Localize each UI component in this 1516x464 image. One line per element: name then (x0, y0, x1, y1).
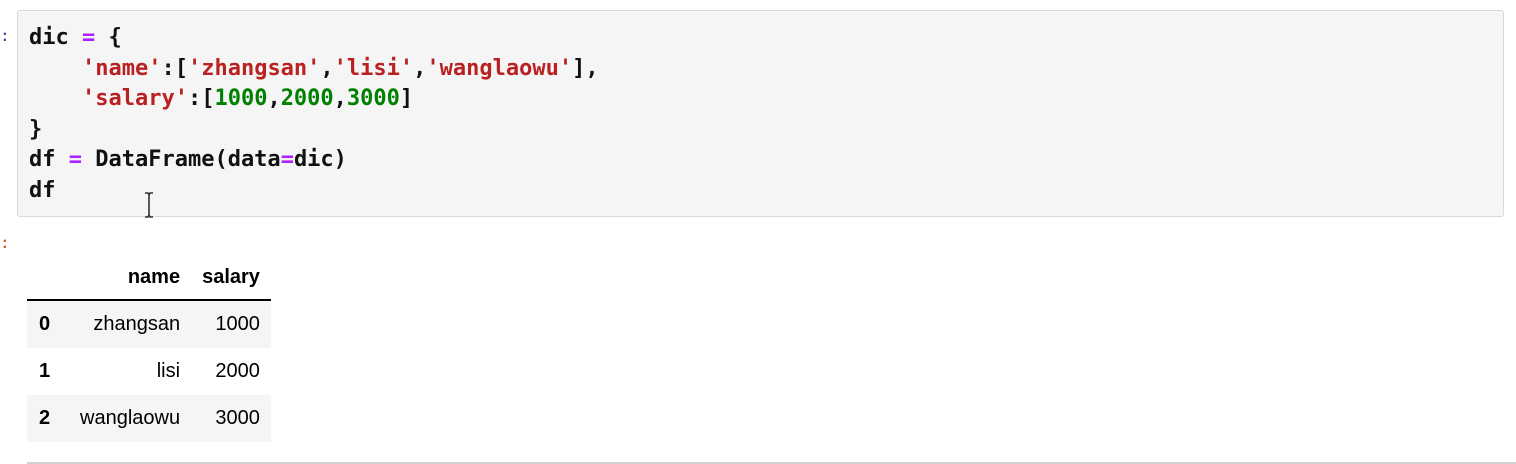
code-line: df = DataFrame(data=dic) (29, 145, 599, 176)
code-token: DataFrame(data (82, 147, 281, 172)
code-line: 'name':['zhangsan','lisi','wanglaowu'], (29, 54, 599, 85)
table-cell: 1000 (191, 300, 271, 348)
table-cell: lisi (69, 348, 192, 395)
code-token: :[ (187, 86, 215, 111)
code-token: 2000 (280, 86, 334, 111)
table-cell: zhangsan (69, 300, 192, 348)
code-line: df (29, 176, 599, 207)
row-index-cell: 0 (27, 300, 69, 348)
code-token: 'wanglaowu' (426, 55, 573, 81)
table-cell: 3000 (191, 395, 271, 442)
code-token: :[ (161, 55, 188, 81)
code-token: , (320, 55, 334, 81)
code-token: = (280, 147, 294, 172)
code-token: } (29, 116, 43, 142)
table-cell: wanglaowu (69, 395, 192, 442)
input-prompt: : (0, 26, 10, 45)
code-line: 'salary':[1000,2000,3000] (29, 84, 599, 115)
code-line: dic = { (29, 23, 599, 54)
table-header-cell (27, 255, 69, 301)
code-block[interactable]: dic = { 'name':['zhangsan','lisi','wangl… (29, 23, 599, 206)
code-token: = (68, 147, 82, 172)
code-token: 'lisi' (333, 55, 414, 81)
code-token: , (267, 86, 281, 111)
code-editor[interactable]: dic = { 'name':['zhangsan','lisi','wangl… (17, 10, 1504, 218)
table-header-row: name salary (27, 255, 271, 301)
code-token: dic (29, 25, 82, 50)
output-prompt: : (0, 233, 10, 252)
code-token: ], (572, 55, 599, 81)
code-token: 1000 (214, 86, 268, 111)
code-token: , (333, 86, 347, 111)
table-row: 1 lisi 2000 (27, 348, 271, 395)
code-token: { (95, 25, 122, 50)
table-row: 2 wanglaowu 3000 (27, 395, 271, 442)
table-row: 0 zhangsan 1000 (27, 300, 271, 348)
code-token: 'zhangsan' (187, 55, 321, 81)
code-token: 3000 (346, 86, 400, 111)
table-cell: 2000 (191, 348, 271, 395)
code-token: , (413, 55, 427, 81)
table-header-cell: salary (191, 255, 271, 301)
code-token: 'name' (81, 55, 162, 81)
text-cursor-ibeam-icon (145, 192, 153, 218)
row-index-cell: 2 (27, 395, 69, 442)
code-token: = (81, 25, 96, 50)
code-token: df (29, 177, 56, 203)
table-header-cell: name (69, 255, 192, 301)
code-token: df (29, 147, 69, 172)
code-token: ] (399, 86, 414, 111)
row-index-cell: 1 (27, 348, 69, 395)
dataframe-output-table: name salary 0 zhangsan 1000 1 lisi 2000 … (27, 255, 271, 442)
code-token: 'salary' (81, 86, 188, 111)
code-line: } (29, 115, 599, 146)
code-token: dic) (293, 147, 347, 172)
